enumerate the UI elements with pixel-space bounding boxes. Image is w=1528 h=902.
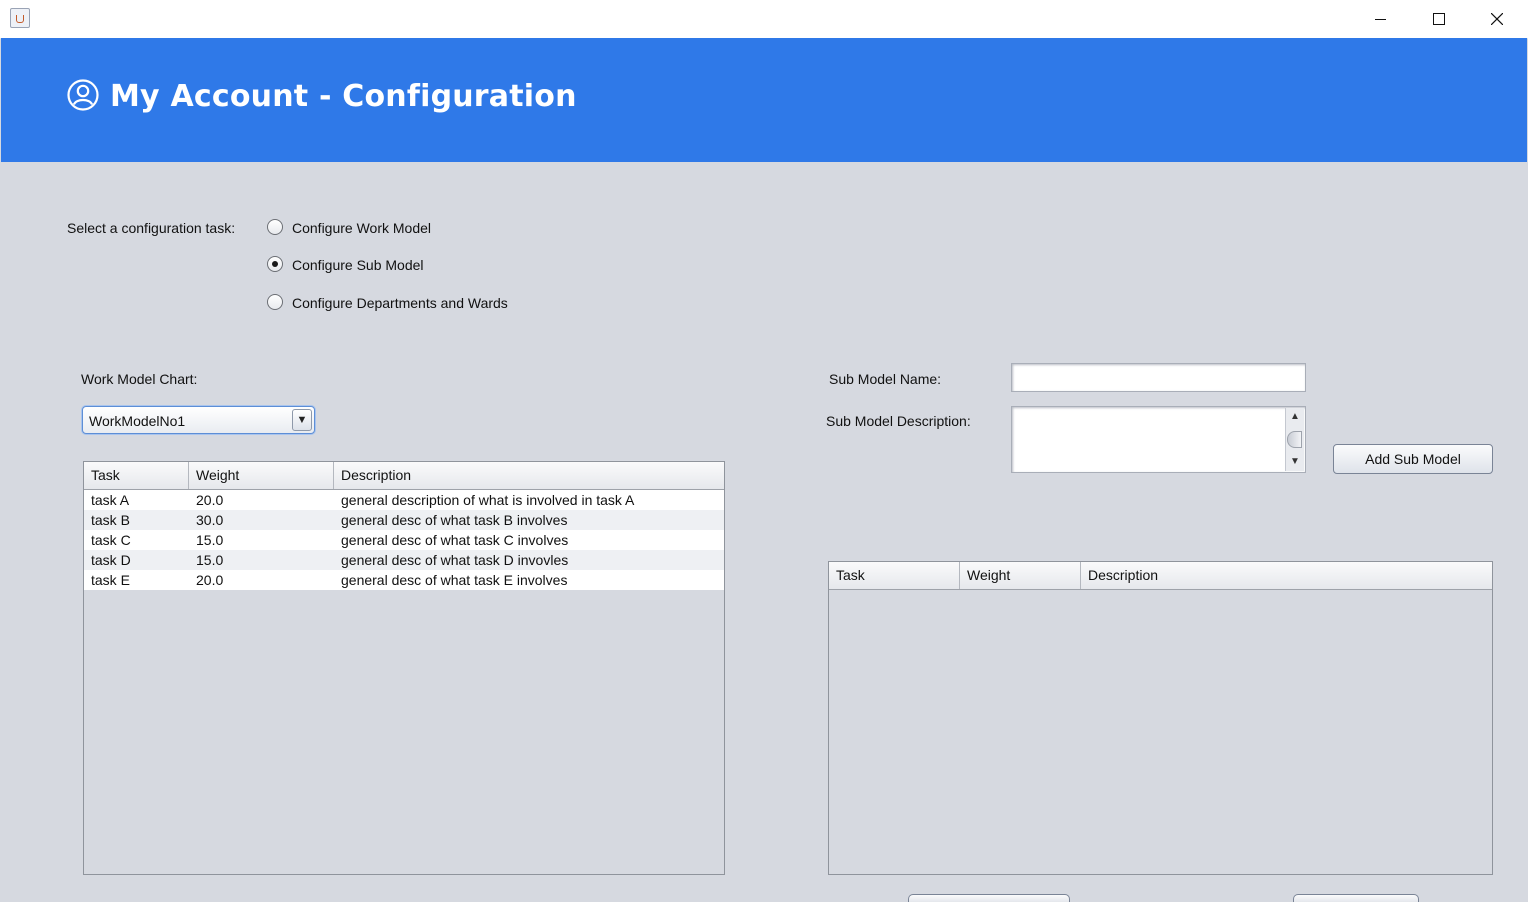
column-header-task[interactable]: Task: [84, 462, 189, 489]
table-row[interactable]: task B 30.0 general desc of what task B …: [84, 510, 724, 530]
cell-task: task C: [91, 532, 131, 548]
table-header: Task Weight Description: [829, 562, 1492, 590]
cell-weight: 20.0: [196, 572, 224, 588]
close-icon: [1491, 13, 1503, 25]
work-model-selected-value: WorkModelNo1: [89, 413, 186, 429]
radio-configure-departments-wards[interactable]: [267, 294, 283, 310]
cell-description: general desc of what task D invovles: [341, 552, 569, 568]
cell-weight: 15.0: [196, 532, 224, 548]
column-header-description[interactable]: Description: [1081, 562, 1492, 589]
table-row[interactable]: task C 15.0 general desc of what task C …: [84, 530, 724, 550]
description-scrollbar[interactable]: ▲ ▼: [1285, 408, 1304, 471]
radio-configure-work-model[interactable]: [267, 219, 283, 235]
column-header-weight[interactable]: Weight: [189, 462, 334, 489]
cell-description: general description of what is involved …: [341, 492, 635, 508]
work-model-select[interactable]: WorkModelNo1 ▼: [82, 406, 315, 434]
sub-model-name-input[interactable]: [1011, 363, 1306, 392]
sub-model-description-textarea[interactable]: ▲ ▼: [1011, 406, 1306, 473]
radio-label-configure-departments-wards[interactable]: Configure Departments and Wards: [292, 294, 508, 312]
bottom-action-button-right[interactable]: [1293, 894, 1419, 902]
page-title: My Account - Configuration: [110, 79, 577, 114]
table-row[interactable]: task A 20.0 general description of what …: [84, 490, 724, 510]
column-header-description[interactable]: Description: [334, 462, 724, 489]
maximize-button[interactable]: [1410, 0, 1468, 38]
minimize-icon: [1375, 19, 1386, 20]
maximize-icon: [1433, 13, 1445, 25]
work-model-chart-label: Work Model Chart:: [81, 371, 198, 387]
cell-weight: 30.0: [196, 512, 224, 528]
scroll-up-icon[interactable]: ▲: [1286, 410, 1304, 424]
java-cup-icon: [10, 8, 30, 28]
cell-weight: 20.0: [196, 492, 224, 508]
user-circle-icon: [67, 79, 99, 111]
scroll-thumb[interactable]: [1287, 431, 1302, 448]
scroll-down-icon[interactable]: ▼: [1286, 455, 1304, 469]
window-titlebar: [0, 0, 1528, 39]
cell-task: task A: [91, 492, 130, 508]
cell-task: task D: [91, 552, 131, 568]
cell-task: task B: [91, 512, 130, 528]
cell-description: general desc of what task B involves: [341, 512, 568, 528]
close-button[interactable]: [1468, 0, 1526, 38]
chevron-down-icon[interactable]: ▼: [292, 409, 312, 431]
config-task-label: Select a configuration task:: [67, 220, 236, 236]
radio-label-configure-work-model[interactable]: Configure Work Model: [292, 219, 431, 237]
table-body: task A 20.0 general description of what …: [84, 490, 724, 590]
table-row[interactable]: task D 15.0 general desc of what task D …: [84, 550, 724, 570]
sub-model-description-label: Sub Model Description:: [826, 413, 971, 429]
cell-weight: 15.0: [196, 552, 224, 568]
column-header-weight[interactable]: Weight: [960, 562, 1081, 589]
minimize-button[interactable]: [1352, 0, 1410, 38]
cell-task: task E: [91, 572, 130, 588]
cell-description: general desc of what task E involves: [341, 572, 568, 588]
column-header-task[interactable]: Task: [829, 562, 960, 589]
add-sub-model-button[interactable]: Add Sub Model: [1333, 444, 1493, 474]
sub-model-name-label: Sub Model Name:: [829, 371, 942, 387]
radio-configure-sub-model[interactable]: [267, 256, 283, 272]
table-row[interactable]: task E 20.0 general desc of what task E …: [84, 570, 724, 590]
work-model-table[interactable]: Task Weight Description task A 20.0 gene…: [83, 461, 725, 875]
cell-description: general desc of what task C involves: [341, 532, 569, 548]
table-header: Task Weight Description: [84, 462, 724, 490]
bottom-action-button-left[interactable]: [908, 894, 1070, 902]
radio-label-configure-sub-model[interactable]: Configure Sub Model: [292, 256, 424, 274]
sub-model-table[interactable]: Task Weight Description: [828, 561, 1493, 875]
